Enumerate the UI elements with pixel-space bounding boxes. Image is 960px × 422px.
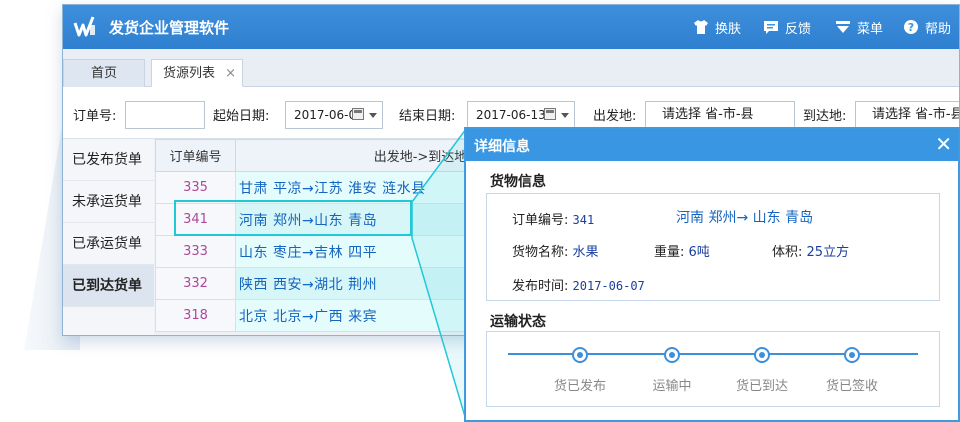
start-date-label: 起始日期: — [213, 109, 270, 124]
help-button[interactable]: ? 帮助 — [903, 18, 952, 37]
chevron-down-icon[interactable] — [369, 113, 377, 118]
detail-dialog: 详细信息 ✕ 货物信息 订单编号: 341 河南 郑州→ 山东 青岛 货物名称:… — [464, 127, 960, 422]
goods-name-label: 货物名称: — [512, 245, 569, 260]
publish-time-field: 发布时间: 2017-06-07 — [512, 275, 645, 294]
weight-field: 重量: 6吨 — [654, 241, 710, 260]
tab-cargo-list-label: 货源列表 — [163, 66, 216, 81]
nav-arrived[interactable]: 已到达货单 — [63, 265, 154, 307]
dialog-title: 详细信息 — [474, 139, 530, 155]
left-nav: 已发布货单 未承运货单 已承运货单 已到达货单 — [63, 139, 154, 335]
step-published-dot — [572, 347, 588, 363]
end-date-label: 结束日期: — [399, 109, 456, 124]
tab-bar: 首页 货源列表 × — [63, 49, 959, 87]
volume-value: 25立方 — [806, 245, 850, 260]
calendar-icon[interactable] — [352, 108, 364, 120]
message-icon — [764, 21, 778, 34]
help-icon: ? — [904, 20, 918, 34]
menu-button[interactable]: 菜单 — [835, 18, 884, 37]
nav-published[interactable]: 已发布货单 — [63, 139, 154, 181]
destination-label: 到达地: — [803, 109, 847, 124]
calendar-icon[interactable] — [544, 108, 556, 120]
chevron-down-icon[interactable] — [561, 113, 569, 118]
step-in-transit-dot — [664, 347, 680, 363]
order-number-label: 订单编号: — [512, 213, 569, 228]
order-number-label: 订单号: — [73, 109, 117, 124]
close-tab-icon[interactable]: × — [225, 60, 236, 88]
volume-label: 体积: — [772, 245, 803, 260]
skin-button[interactable]: 换肤 — [693, 18, 742, 37]
nav-shipped-label: 已承运货单 — [72, 236, 142, 252]
feedback-button[interactable]: 反馈 — [763, 18, 812, 37]
transport-section-title: 运输状态 — [490, 314, 546, 330]
help-label: 帮助 — [925, 21, 952, 37]
start-date-input[interactable]: 2017-06-07 — [285, 101, 383, 129]
goods-name-field: 货物名称: 水果 — [512, 241, 599, 260]
order-number-value: 341 — [572, 213, 595, 227]
nav-shipped[interactable]: 已承运货单 — [63, 223, 154, 265]
logo-icon — [73, 16, 95, 37]
weight-label: 重量: — [654, 245, 685, 260]
order-id-cell: 333 — [155, 235, 236, 268]
menu-label: 菜单 — [857, 21, 884, 37]
tab-home-label: 首页 — [90, 66, 117, 81]
end-date-input[interactable]: 2017-06-13 — [467, 101, 575, 129]
order-id-cell: 332 — [155, 267, 236, 300]
svg-text:?: ? — [908, 21, 914, 34]
end-date-value: 2017-06-13 — [476, 108, 546, 122]
tab-home[interactable]: 首页 — [63, 59, 145, 87]
menu-icon — [836, 21, 850, 33]
nav-arrived-label: 已到达货单 — [72, 278, 142, 294]
goods-section-title: 货物信息 — [490, 174, 546, 190]
header-order-id[interactable]: 订单编号 — [155, 139, 236, 172]
goods-name-value: 水果 — [572, 245, 599, 260]
origin-select[interactable]: 请选择 省-市-县 — [645, 101, 795, 129]
app-title: 发货企业管理软件 — [109, 19, 230, 37]
step-arrived-dot — [754, 347, 770, 363]
origin-label: 出发地: — [593, 109, 637, 124]
volume-field: 体积: 25立方 — [772, 241, 849, 260]
close-icon[interactable]: ✕ — [935, 133, 952, 155]
nav-published-label: 已发布货单 — [72, 152, 142, 168]
order-number-field: 订单编号: 341 — [512, 209, 594, 228]
step-signed-dot — [844, 347, 860, 363]
publish-time-value: 2017-06-07 — [572, 279, 645, 293]
selected-row-highlight — [174, 200, 412, 236]
step-arrived-label: 货已到达 — [735, 379, 788, 394]
order-number-input[interactable] — [125, 101, 205, 129]
dialog-header: 详细信息 ✕ — [466, 129, 958, 161]
order-id-cell: 335 — [155, 171, 236, 204]
nav-unshipped[interactable]: 未承运货单 — [63, 181, 154, 223]
feedback-label: 反馈 — [785, 21, 812, 37]
step-published-label: 货已发布 — [553, 379, 606, 394]
order-id-cell: 318 — [155, 299, 236, 332]
nav-unshipped-label: 未承运货单 — [72, 194, 142, 210]
tshirt-icon — [694, 20, 708, 34]
transport-status-box — [486, 331, 940, 407]
publish-time-label: 发布时间: — [512, 279, 569, 294]
title-bar: 发货企业管理软件 换肤 反馈 菜单 ? 帮助 — [63, 5, 959, 49]
weight-value: 6吨 — [688, 245, 710, 260]
route-text: 河南 郑州→ 山东 青岛 — [676, 210, 814, 226]
destination-select[interactable]: 请选择 省-市-县 — [855, 101, 959, 129]
step-in-transit-label: 运输中 — [652, 379, 692, 394]
tab-cargo-list[interactable]: 货源列表 × — [151, 59, 243, 87]
step-signed-label: 货已签收 — [825, 379, 878, 394]
skin-label: 换肤 — [715, 21, 742, 37]
